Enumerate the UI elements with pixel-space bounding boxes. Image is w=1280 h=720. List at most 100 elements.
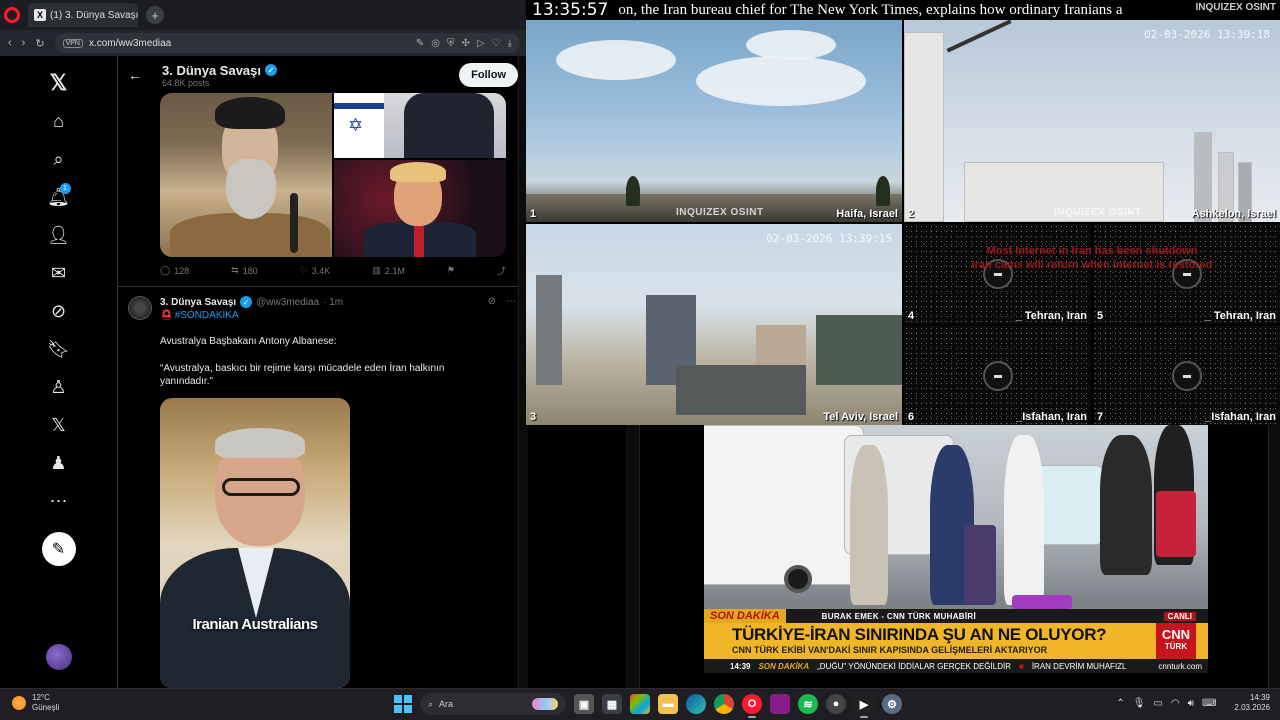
tree	[626, 176, 640, 206]
language-icon[interactable]: ⌨	[1202, 698, 1216, 709]
like-button[interactable]: ♡ 3.4K	[300, 264, 331, 277]
media-player-icon[interactable]: ▶	[854, 694, 874, 718]
author-avatar[interactable]	[128, 296, 152, 320]
crawl-time: 14:39	[730, 661, 751, 671]
taskbar-search[interactable]: ⌕ Ara	[420, 693, 566, 715]
app-icon[interactable]	[770, 694, 790, 714]
windows-start-icon[interactable]	[394, 695, 412, 713]
reload-icon[interactable]: ↻	[35, 37, 44, 50]
volume-icon[interactable]: 🔊︎	[1188, 698, 1194, 709]
chevron-up-icon[interactable]: ⌃	[1116, 698, 1124, 709]
more-icon[interactable]: ⋯	[39, 485, 79, 517]
cam-location: _ Tehran, Iran	[1015, 310, 1087, 322]
profile-name: 3. Dünya Savaşı	[162, 62, 261, 78]
camera-icon[interactable]: ◎	[431, 38, 440, 49]
verified-badge-icon: ✓	[265, 64, 277, 76]
lower-third-main: TÜRKİYE-İRAN SINIRINDA ŞU AN NE OLUYOR? …	[704, 623, 1208, 659]
profile-icon[interactable]: ♟	[39, 447, 79, 479]
battery-icon[interactable]: ▭	[1153, 698, 1162, 709]
wifi-icon[interactable]: ◠	[1171, 698, 1180, 709]
left-scrollbar[interactable]	[626, 425, 640, 688]
live-badge: CANLI	[1163, 611, 1196, 621]
bookmark-button[interactable]: ⚑	[447, 264, 455, 277]
game-app-icon[interactable]: ●	[826, 694, 846, 714]
cam-number: 6	[908, 411, 915, 423]
new-tab-button[interactable]: +	[146, 6, 164, 24]
figure-hair	[215, 428, 305, 458]
crawl-item: İRAN DEVRİM MUHAFIZL	[1031, 661, 1127, 671]
notifications-icon[interactable]: 🔔︎ 1	[39, 181, 79, 213]
camera-feed-1: INQUIZEX OSINT 1 Haifa, Israel	[526, 20, 902, 222]
forward-icon[interactable]: ›	[22, 37, 26, 49]
tweet-time[interactable]: · 1m	[323, 297, 343, 308]
back-icon[interactable]: ‹	[8, 37, 12, 49]
opera-icon[interactable]: O	[742, 694, 762, 718]
bookmarks-icon[interactable]: 🔖︎	[39, 333, 79, 365]
figure-turban	[215, 97, 285, 129]
chrome-icon[interactable]	[714, 694, 734, 714]
crawl-site: cnnturk.com	[1158, 661, 1202, 671]
grok-icon[interactable]: ⊘	[39, 295, 79, 327]
news-ticker: 13:35:57 on, the Iran bureau chief for T…	[526, 0, 1280, 20]
edge-icon[interactable]	[686, 694, 706, 714]
stream-watermark: INQUIZEX OSINT	[676, 207, 764, 218]
jobs-icon[interactable]: ♙	[39, 371, 79, 403]
media-image-cleric[interactable]	[160, 93, 332, 257]
antenna	[946, 20, 1012, 53]
author-handle[interactable]: @ww3mediaa	[256, 297, 319, 308]
media-image-flag[interactable]	[334, 93, 506, 158]
more-options-icon[interactable]: ⋯	[506, 296, 516, 307]
weather-text: 12°C Güneşli	[32, 693, 59, 713]
taskbar-clock[interactable]: 14:39 2.03.2026	[1234, 693, 1270, 713]
compose-post-button[interactable]: ✎	[41, 532, 76, 566]
hashtag-text[interactable]: #SONDAKİKA	[175, 310, 239, 321]
home-icon[interactable]: ⌂	[39, 105, 79, 137]
windows-taskbar: 12°C Güneşli ⌕ Ara ▣ ▦ ▬ O ≋ ● ▶ ⚙ ⌃ 🎙︎ …	[0, 688, 1280, 720]
post-media-grid[interactable]	[160, 93, 506, 257]
author-name[interactable]: 3. Dünya Savaşı	[160, 297, 236, 308]
user-avatar[interactable]	[45, 644, 72, 670]
suitcase	[1012, 595, 1072, 609]
cam-number: 4	[908, 310, 915, 322]
follow-button[interactable]: Follow	[459, 63, 518, 87]
crawl-breaking: SON DAKİKA	[758, 661, 810, 671]
x-logo-icon[interactable]: 𝕏	[39, 67, 79, 99]
news-crawl: 14:39 SON DAKİKA „DUĞU" YÖNÜNDEKİ İDDİAL…	[704, 659, 1208, 673]
spotify-icon[interactable]: ≋	[798, 694, 818, 714]
follow-icon[interactable]: 👤︎	[39, 219, 79, 251]
browser-tab[interactable]: X (1) 3. Dünya Savaşı (@ww	[28, 3, 138, 27]
messages-icon[interactable]: ✉	[39, 257, 79, 289]
repost-button[interactable]: ⇆ 180	[231, 264, 258, 277]
news-video[interactable]: SON DAKİKA BURAK EMEK - CNN TÜRK MUHABİR…	[704, 425, 1208, 673]
copilot-icon[interactable]	[630, 694, 650, 714]
tweet-video[interactable]: Iranian Australians	[160, 398, 350, 688]
play-icon[interactable]: ▷	[477, 38, 485, 49]
microphone-icon[interactable]: 🎙︎	[1133, 698, 1146, 709]
vpn-badge[interactable]: VPN	[62, 38, 83, 48]
extensions-icon[interactable]: ✣	[462, 38, 470, 49]
right-scrollbar[interactable]	[1268, 425, 1280, 688]
weather-widget[interactable]: 12°C Güneşli	[12, 693, 59, 713]
url-text[interactable]: x.com/ww3mediaa	[89, 38, 171, 49]
task-view-icon[interactable]: ▣	[574, 694, 594, 714]
media-image-portrait[interactable]	[334, 160, 506, 257]
premium-icon[interactable]: 𝕏	[39, 409, 79, 441]
grok-icon[interactable]: ⊘	[488, 296, 496, 307]
address-field[interactable]: VPN x.com/ww3mediaa ✎ ◎ ⛨ ✣ ▷ ♡ ⤓	[54, 33, 520, 53]
reply-button[interactable]: ◯ 128	[160, 264, 189, 277]
heart-icon[interactable]: ♡	[492, 38, 501, 49]
file-explorer-icon[interactable]: ▬	[658, 694, 678, 714]
logo-bottom-text: TÜRK	[1164, 642, 1188, 651]
share-button[interactable]: ⤴	[497, 264, 506, 277]
settings-icon[interactable]: ⚙	[882, 694, 902, 714]
back-arrow-icon[interactable]: ←	[128, 67, 142, 83]
opera-logo-icon[interactable]	[4, 7, 20, 23]
search-icon[interactable]: ⌕	[39, 143, 79, 175]
download-icon[interactable]: ⤓	[508, 38, 512, 49]
cam-number: 7	[1097, 411, 1104, 423]
edit-icon[interactable]: ✎	[416, 38, 424, 49]
shield-icon[interactable]: ⛨	[447, 38, 455, 49]
views-button[interactable]: ▥ 2.1M	[372, 264, 405, 277]
store-icon[interactable]: ▦	[602, 694, 622, 714]
hashtag-link[interactable]: 🚨︎ #SONDAKİKA	[160, 310, 239, 321]
